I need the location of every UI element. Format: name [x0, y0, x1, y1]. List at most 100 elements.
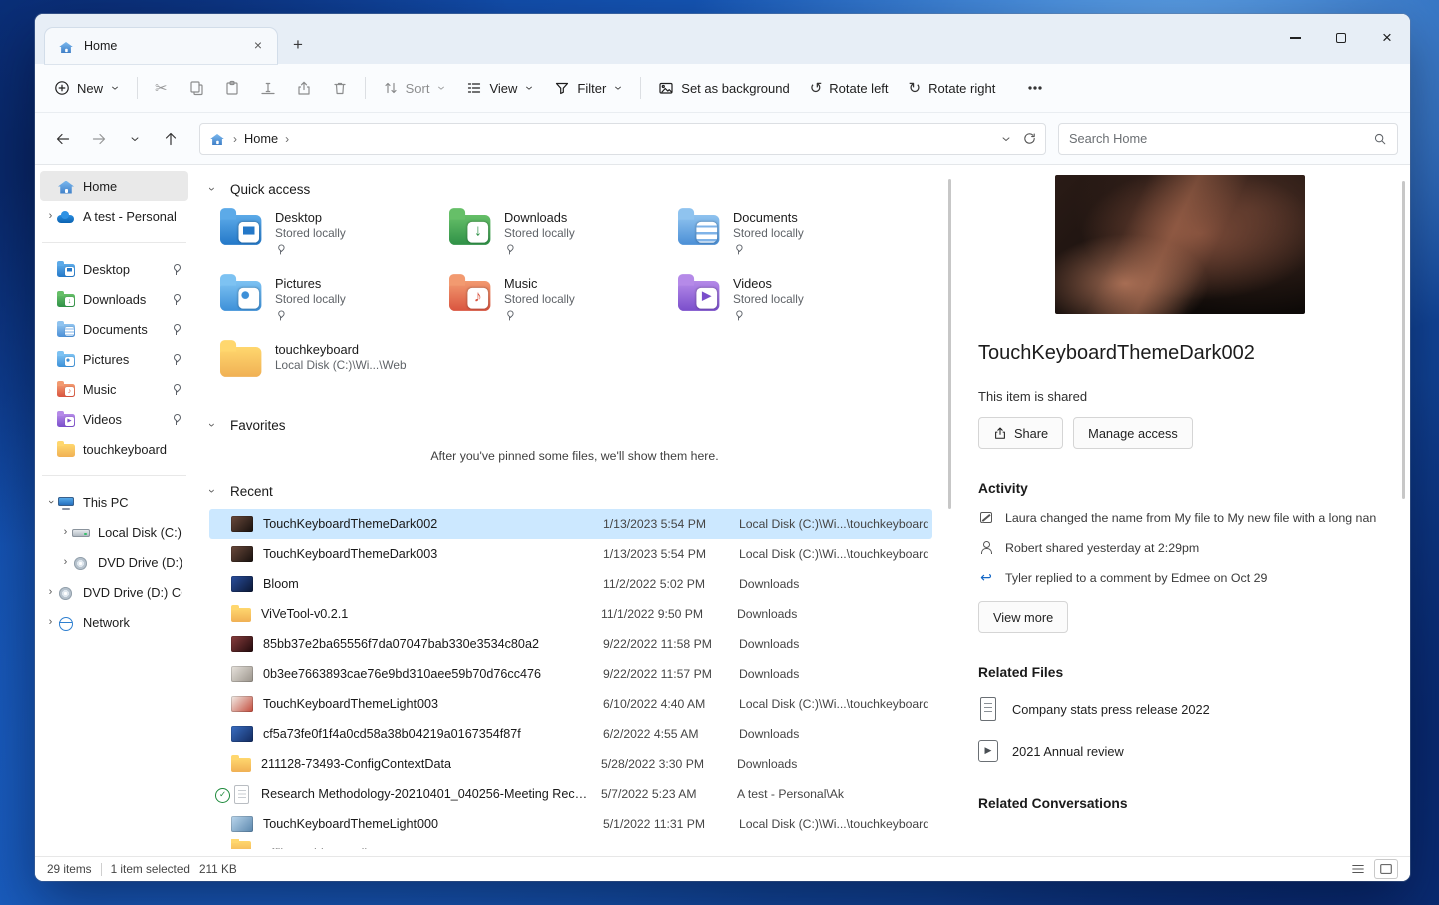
file-icon — [234, 785, 249, 804]
breadcrumb-home[interactable]: Home — [244, 131, 278, 146]
expand-chevron-icon[interactable] — [44, 496, 57, 508]
rotate-right-button[interactable]: ↻ Rotate right — [900, 70, 1005, 106]
file-row[interactable]: 85bb37e2ba65556f7da07047bab330e3534c80a2… — [209, 629, 932, 659]
forward-button[interactable] — [83, 123, 115, 155]
quick-access-item[interactable]: Music Stored locally — [448, 273, 677, 331]
pin-icon — [171, 323, 182, 335]
favorites-header[interactable]: Favorites — [209, 413, 940, 437]
expand-chevron-icon[interactable] — [59, 526, 72, 538]
sidebar-item[interactable]: DVD Drive (D:) CC — [40, 547, 188, 577]
quick-access-header[interactable]: Quick access — [209, 177, 940, 201]
file-row[interactable]: 211128-73493-ConfigContextData 5/28/2022… — [209, 749, 932, 779]
activity-item[interactable]: Tyler replied to a comment by Edmee on O… — [978, 569, 1382, 586]
file-row[interactable]: Bloom 11/2/2022 5:02 PM Downloads — [209, 569, 932, 599]
recent-locations-button[interactable] — [119, 123, 151, 155]
file-row[interactable]: TouchKeyboardThemeLight003 6/10/2022 4:4… — [209, 689, 932, 719]
sidebar-item[interactable]: touchkeyboard — [40, 434, 188, 464]
related-file-item[interactable]: 2021 Annual review — [978, 738, 1382, 764]
share-button[interactable] — [287, 70, 321, 106]
sidebar-item[interactable]: Local Disk (C:) — [40, 517, 188, 547]
recent-header[interactable]: Recent — [209, 479, 940, 503]
chevron-down-icon — [129, 133, 141, 145]
filter-button[interactable]: Filter — [545, 70, 632, 106]
section-chevron-icon[interactable] — [209, 183, 221, 195]
paste-button[interactable] — [215, 70, 249, 106]
expand-chevron-icon[interactable] — [44, 586, 57, 598]
more-options-button[interactable] — [1018, 70, 1052, 106]
details-view-toggle[interactable] — [1346, 859, 1370, 879]
pin-icon — [734, 310, 744, 321]
section-chevron-icon[interactable] — [209, 485, 221, 497]
file-location: Downloads — [737, 839, 928, 849]
sidebar-item[interactable]: Videos — [40, 404, 188, 434]
close-button[interactable] — [1364, 14, 1410, 62]
back-button[interactable] — [47, 123, 79, 155]
shared-icon — [978, 540, 994, 556]
search-icon[interactable] — [1373, 132, 1387, 146]
large-thumbnails-toggle[interactable] — [1374, 859, 1398, 879]
sidebar-item-label: Home — [83, 179, 182, 194]
rename-button[interactable] — [251, 70, 285, 106]
sidebar-item[interactable]: A test - Personal — [40, 201, 188, 231]
maximize-button[interactable] — [1318, 14, 1364, 62]
quick-access-item[interactable]: touchkeyboard Local Disk (C:)\Wi...\Web — [219, 339, 448, 397]
expand-chevron-icon[interactable] — [59, 556, 72, 568]
view-more-button[interactable]: View more — [978, 601, 1068, 633]
tab-home[interactable]: Home — [45, 28, 277, 64]
new-button[interactable]: New — [45, 70, 129, 106]
cut-button[interactable]: ✂ — [146, 70, 177, 106]
section-title: Favorites — [230, 418, 286, 433]
sidebar-item[interactable]: Pictures — [40, 344, 188, 374]
address-box[interactable]: Home — [199, 123, 1046, 155]
sidebar-item[interactable]: This PC — [40, 487, 188, 517]
expand-chevron-icon[interactable] — [44, 616, 57, 628]
quick-access-item[interactable]: Documents Stored locally — [677, 207, 906, 265]
sidebar-item[interactable]: Music — [40, 374, 188, 404]
delete-button[interactable] — [323, 70, 357, 106]
manage-access-button[interactable]: Manage access — [1073, 417, 1193, 449]
view-button[interactable]: View — [457, 70, 543, 106]
file-date-modified: 5/1/2022 11:31 PM — [603, 817, 739, 831]
search-input[interactable] — [1069, 131, 1373, 146]
file-row[interactable]: TouchKeyboardThemeDark002 1/13/2023 5:54… — [209, 509, 932, 539]
sidebar-item[interactable]: Home — [40, 171, 188, 201]
activity-item[interactable]: Robert shared yesterday at 2:29pm — [978, 539, 1382, 556]
file-row[interactable]: 0b3ee7663893cae76e9bd310aee59b70d76cc476… — [209, 659, 932, 689]
details-scrollbar[interactable] — [1402, 181, 1405, 499]
refresh-icon[interactable] — [1022, 131, 1037, 146]
set-as-background-button[interactable]: Set as background — [649, 70, 798, 106]
file-icon — [231, 636, 253, 652]
copy-button[interactable] — [179, 70, 213, 106]
network-icon — [57, 617, 75, 630]
quick-access-item[interactable]: Videos Stored locally — [677, 273, 906, 331]
sidebar-item[interactable]: Network — [40, 607, 188, 637]
file-row[interactable]: ViVeTool-v0.2.1 11/1/2022 9:50 PM Downlo… — [209, 599, 932, 629]
related-file-item[interactable]: Company stats press release 2022 — [978, 696, 1382, 722]
file-row[interactable]: OfflineInsiderEnroll 2.6.2 4/28/2022 10:… — [209, 839, 932, 849]
file-row[interactable]: TouchKeyboardThemeDark003 1/13/2023 5:54… — [209, 539, 932, 569]
up-icon — [163, 131, 179, 147]
tab-close-icon[interactable] — [247, 35, 269, 57]
activity-item[interactable]: Laura changed the name from My file to M… — [978, 509, 1382, 526]
breadcrumb-chevron-icon[interactable] — [285, 132, 289, 146]
new-tab-button[interactable] — [283, 31, 313, 61]
file-row[interactable]: cf5a73fe0f1f4a0cd58a38b04219a0167354f87f… — [209, 719, 932, 749]
section-chevron-icon[interactable] — [209, 419, 221, 431]
main-scrollbar[interactable] — [948, 179, 951, 509]
share-button[interactable]: Share — [978, 417, 1063, 449]
file-row[interactable]: TouchKeyboardThemeLight000 5/1/2022 11:3… — [209, 809, 932, 839]
quick-access-item[interactable]: Desktop Stored locally — [219, 207, 448, 265]
up-button[interactable] — [155, 123, 187, 155]
sidebar-item[interactable]: Downloads — [40, 284, 188, 314]
quick-access-item[interactable]: Pictures Stored locally — [219, 273, 448, 331]
sidebar-item[interactable]: DVD Drive (D:) CCC — [40, 577, 188, 607]
sort-button[interactable]: Sort — [374, 70, 456, 106]
file-row[interactable]: Research Methodology-20210401_040256-Mee… — [209, 779, 932, 809]
expand-chevron-icon[interactable] — [44, 210, 57, 222]
rotate-left-button[interactable]: ↺ Rotate left — [801, 70, 898, 106]
minimize-button[interactable] — [1272, 14, 1318, 62]
quick-access-item[interactable]: Downloads Stored locally — [448, 207, 677, 265]
sidebar-item[interactable]: Desktop — [40, 254, 188, 284]
sidebar-item[interactable]: Documents — [40, 314, 188, 344]
address-dropdown-icon[interactable] — [1000, 133, 1012, 145]
